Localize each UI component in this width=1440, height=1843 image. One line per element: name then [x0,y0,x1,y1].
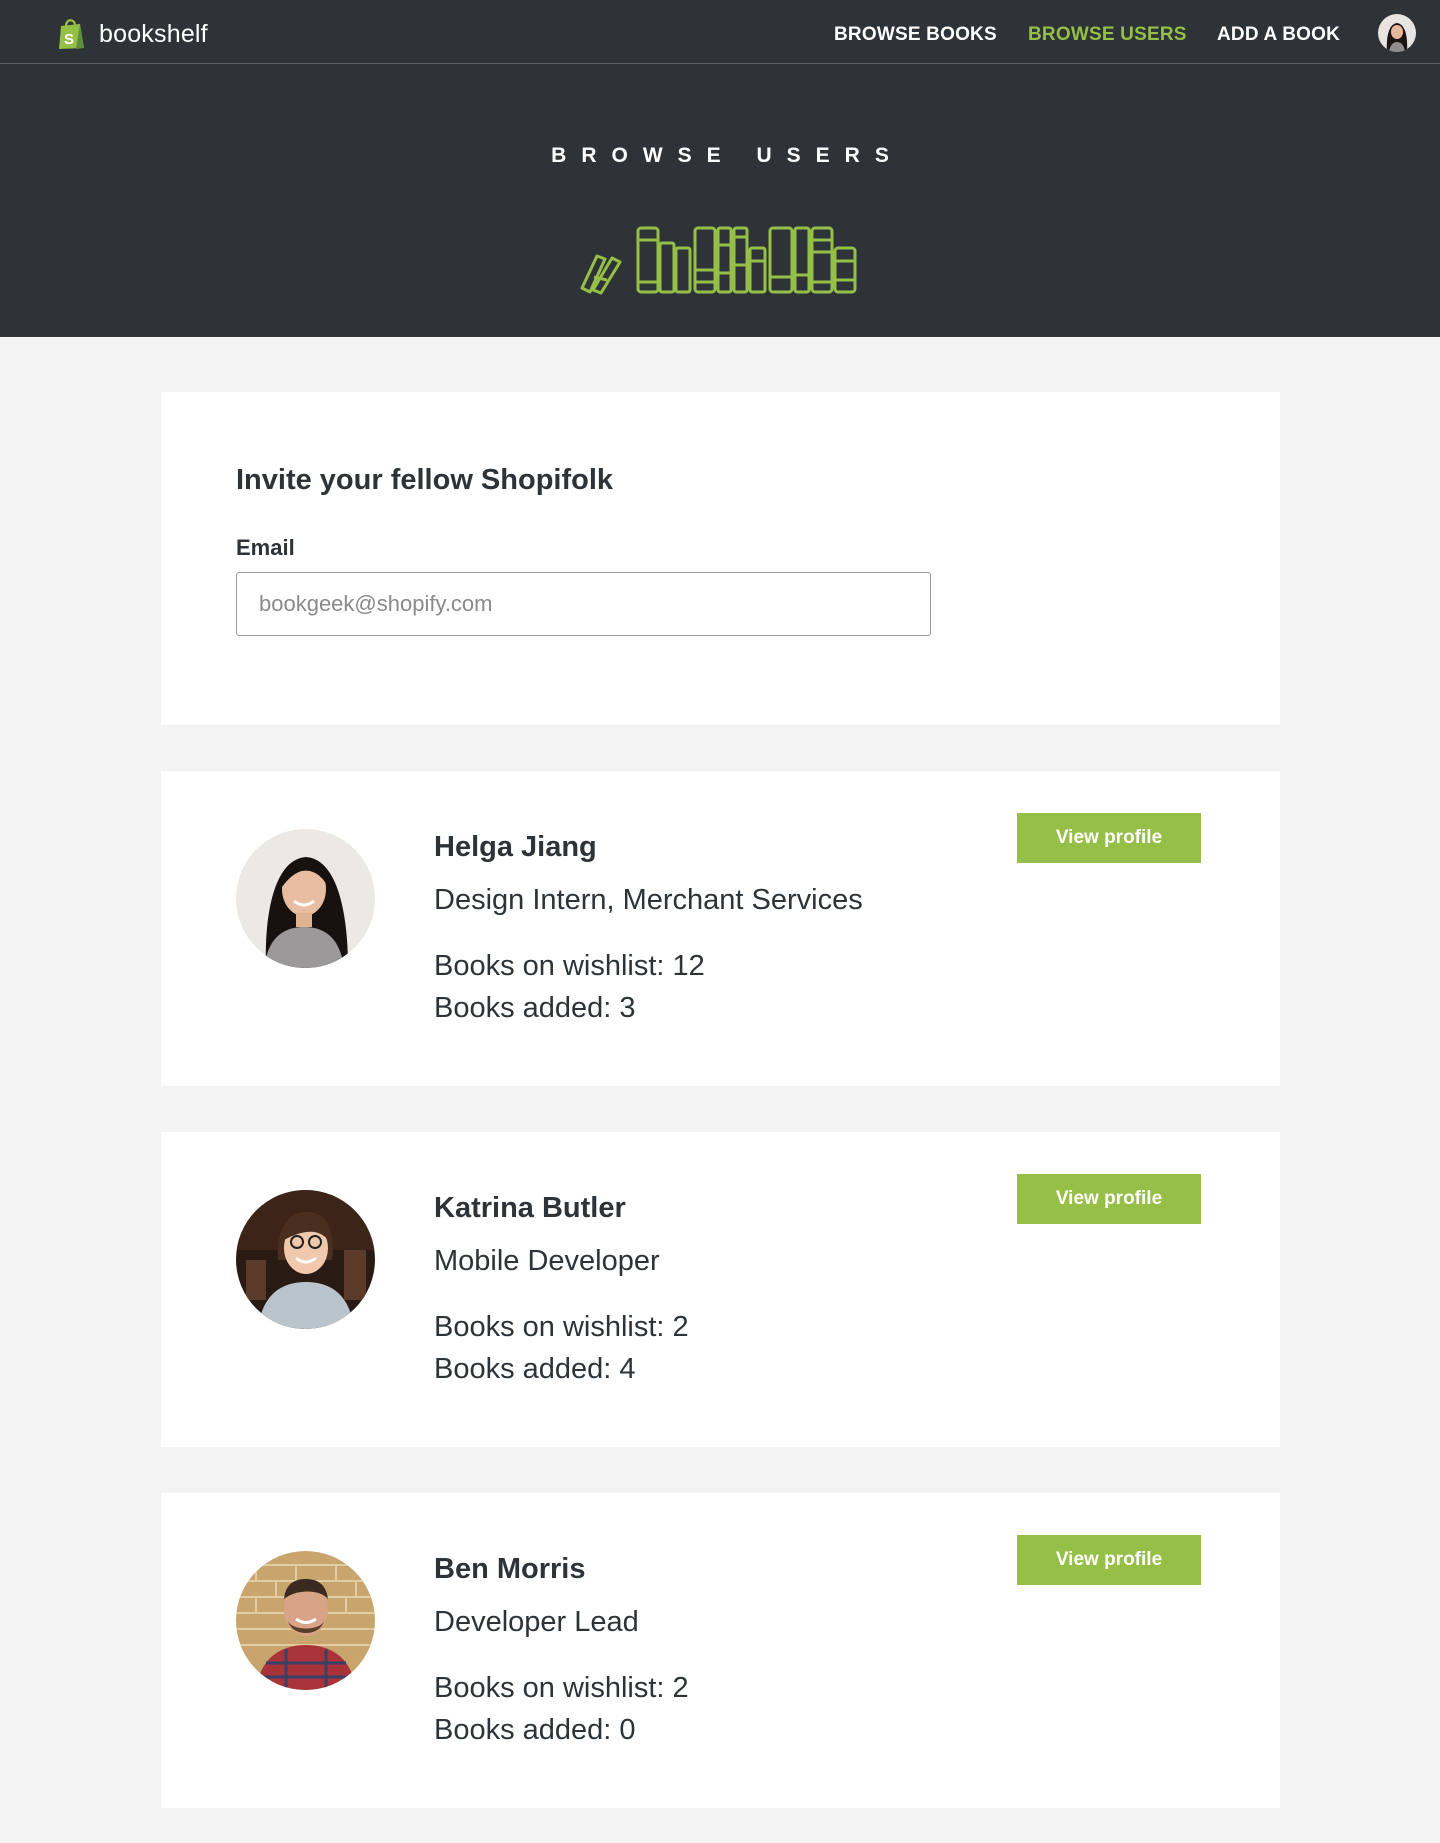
user-wishlist-count: Books on wishlist: 12 [434,950,705,982]
svg-text:S: S [64,31,74,48]
user-card: Katrina Butler Mobile Developer Books on… [161,1132,1280,1447]
user-avatar [236,1551,375,1690]
user-name: Ben Morris [434,1553,586,1585]
brand-logo-link[interactable]: S bookshelf [58,18,208,50]
user-card: Ben Morris Developer Lead Books on wishl… [161,1493,1280,1808]
user-avatar[interactable] [1378,14,1416,52]
shopify-bag-icon: S [58,18,85,50]
user-card: Helga Jiang Design Intern, Merchant Serv… [161,771,1280,1086]
user-name: Helga Jiang [434,831,597,863]
email-label: Email [236,535,295,560]
user-wishlist-count: Books on wishlist: 2 [434,1311,689,1343]
nav-browse-users[interactable]: BROWSE USERS [1028,24,1187,46]
bookshelf-illustration-icon [578,225,864,300]
hero-banner: BROWSE USERS [0,64,1440,337]
user-name: Katrina Butler [434,1192,626,1224]
user-wishlist-count: Books on wishlist: 2 [434,1672,689,1704]
user-books-added: Books added: 3 [434,992,636,1024]
invite-title: Invite your fellow Shopifolk [236,464,614,496]
invite-card: Invite your fellow Shopifolk Email [161,392,1280,725]
email-field[interactable] [236,572,931,636]
nav-browse-books[interactable]: BROWSE BOOKS [834,24,997,46]
view-profile-button[interactable]: View profile [1017,813,1201,863]
user-role: Design Intern, Merchant Services [434,884,863,916]
top-navigation-bar: S bookshelf BROWSE BOOKS BROWSE USERS AD… [0,0,1440,64]
user-books-added: Books added: 4 [434,1353,636,1385]
user-avatar [236,829,375,968]
page-title: BROWSE USERS [551,144,904,167]
view-profile-button[interactable]: View profile [1017,1535,1201,1585]
view-profile-button[interactable]: View profile [1017,1174,1201,1224]
brand-name: bookshelf [99,19,208,48]
user-role: Mobile Developer [434,1245,660,1277]
nav-add-a-book[interactable]: ADD A BOOK [1217,24,1340,46]
user-role: Developer Lead [434,1606,639,1638]
user-books-added: Books added: 0 [434,1714,636,1746]
user-avatar [236,1190,375,1329]
